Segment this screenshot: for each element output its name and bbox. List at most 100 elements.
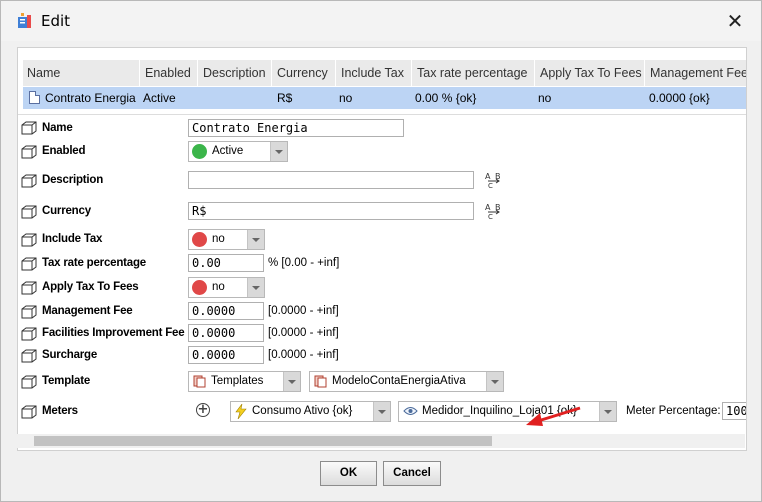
- col-management-fee[interactable]: Management Fee: [650, 60, 746, 86]
- include-tax-label: Include Tax: [42, 233, 103, 245]
- currency-field[interactable]: R$: [188, 202, 474, 220]
- meter-percentage-field[interactable]: 100: [722, 402, 746, 420]
- abc-format-icon[interactable]: A BC: [485, 171, 503, 189]
- template-doc-icon: [193, 375, 206, 388]
- enabled-value: Active: [212, 145, 244, 157]
- facilities-fee-label: Facilities Improvement Fee: [42, 327, 185, 339]
- status-green-icon: [192, 144, 207, 159]
- facilities-fee-field[interactable]: 0.0000: [188, 324, 264, 342]
- property-cube-icon: [21, 205, 37, 219]
- meter-select[interactable]: Medidor_Inquilino_Loja01 {ok}: [398, 401, 617, 422]
- chevron-down-icon: [270, 142, 287, 161]
- cell-include-tax: no: [339, 91, 353, 105]
- ok-button[interactable]: OK: [320, 461, 377, 486]
- title-bar: Edit ✕: [1, 1, 761, 41]
- col-tax-rate[interactable]: Tax rate percentage: [417, 60, 528, 86]
- enabled-select[interactable]: Active: [188, 141, 288, 162]
- description-label: Description: [42, 174, 104, 186]
- apply-tax-value: no: [212, 281, 225, 293]
- cancel-button[interactable]: Cancel: [383, 461, 441, 486]
- meter-percentage-label: Meter Percentage:: [626, 405, 721, 417]
- status-red-icon: [192, 280, 207, 295]
- consumption-value: Consumo Ativo {ok}: [252, 405, 353, 417]
- property-cube-icon: [21, 121, 37, 135]
- table-header: Name Enabled Description Currency Includ…: [23, 60, 746, 86]
- cell-enabled: Active: [143, 91, 176, 105]
- property-cube-icon: [21, 233, 37, 247]
- template-select[interactable]: ModeloContaEnergiaAtiva: [309, 371, 504, 392]
- chevron-down-icon: [247, 230, 264, 249]
- surcharge-label: Surcharge: [42, 349, 98, 361]
- property-cube-icon: [21, 305, 37, 319]
- include-tax-value: no: [212, 233, 225, 245]
- col-name[interactable]: Name: [27, 60, 60, 86]
- management-fee-field[interactable]: 0.0000: [188, 302, 264, 320]
- tax-rate-range: % [0.00 - +inf]: [268, 257, 340, 269]
- property-sheet: Name Enabled Description Currency Includ…: [17, 47, 747, 451]
- property-cube-icon: [21, 349, 37, 363]
- meters-label: Meters: [42, 405, 78, 417]
- enabled-label: Enabled: [42, 145, 86, 157]
- dialog-title: Edit: [41, 12, 71, 30]
- edit-dialog: Edit ✕ Name Enabled Description Currency…: [0, 0, 762, 502]
- scrollbar-thumb[interactable]: [34, 436, 492, 446]
- add-meter-button[interactable]: +: [196, 403, 210, 417]
- template-value: ModeloContaEnergiaAtiva: [332, 375, 466, 387]
- divider: [18, 114, 746, 115]
- cell-tax-rate: 0.00 % {ok}: [415, 91, 477, 105]
- edit-app-icon: [18, 13, 31, 28]
- property-cube-icon: [21, 145, 37, 159]
- chevron-down-icon: [599, 402, 616, 421]
- svg-text:C: C: [488, 213, 493, 220]
- status-red-icon: [192, 232, 207, 247]
- property-cube-icon: [21, 327, 37, 341]
- tax-rate-label: Tax rate percentage: [42, 257, 147, 269]
- name-field[interactable]: Contrato Energia: [188, 119, 404, 137]
- svg-text:A: A: [485, 203, 491, 212]
- property-cube-icon: [21, 281, 37, 295]
- chevron-down-icon: [486, 372, 503, 391]
- close-button[interactable]: ✕: [723, 9, 747, 33]
- chevron-down-icon: [373, 402, 390, 421]
- consumption-select[interactable]: Consumo Ativo {ok}: [230, 401, 391, 422]
- cell-currency: R$: [277, 91, 293, 105]
- col-enabled[interactable]: Enabled: [145, 60, 191, 86]
- col-include-tax[interactable]: Include Tax: [341, 60, 404, 86]
- col-apply-tax[interactable]: Apply Tax To Fees: [540, 60, 642, 86]
- property-cube-icon: [21, 375, 37, 389]
- abc-format-icon[interactable]: A BC: [485, 202, 503, 220]
- property-cube-icon: [21, 174, 37, 188]
- property-cube-icon: [21, 405, 37, 419]
- col-description[interactable]: Description: [203, 60, 266, 86]
- apply-tax-label: Apply Tax To Fees: [42, 281, 139, 293]
- management-fee-label: Management Fee: [42, 305, 133, 317]
- cell-apply-tax: no: [538, 91, 552, 105]
- chevron-down-icon: [283, 372, 300, 391]
- include-tax-select[interactable]: no: [188, 229, 265, 250]
- description-field[interactable]: [188, 171, 474, 189]
- template-label: Template: [42, 375, 91, 387]
- tax-rate-field[interactable]: 0.00: [188, 254, 264, 272]
- eye-icon: [403, 407, 418, 415]
- surcharge-range: [0.0000 - +inf]: [268, 349, 339, 361]
- red-arrow-icon: [526, 406, 581, 426]
- property-cube-icon: [21, 257, 37, 271]
- svg-text:C: C: [488, 182, 493, 189]
- facilities-fee-range: [0.0000 - +inf]: [268, 327, 339, 339]
- cell-name: Contrato Energia: [45, 91, 136, 105]
- surcharge-field[interactable]: 0.0000: [188, 346, 264, 364]
- management-fee-range: [0.0000 - +inf]: [268, 305, 339, 317]
- table-row[interactable]: Contrato Energia Active R$ no 0.00 % {ok…: [23, 87, 746, 109]
- template-source-select[interactable]: Templates: [188, 371, 301, 392]
- chevron-down-icon: [247, 278, 264, 297]
- name-label: Name: [42, 122, 73, 134]
- svg-text:A: A: [485, 172, 491, 181]
- currency-label: Currency: [42, 205, 91, 217]
- apply-tax-select[interactable]: no: [188, 277, 265, 298]
- cell-management-fee: 0.0000 {ok}: [649, 91, 710, 105]
- document-icon: [29, 91, 40, 104]
- lightning-icon: [235, 404, 247, 419]
- col-currency[interactable]: Currency: [277, 60, 328, 86]
- horizontal-scrollbar[interactable]: [17, 434, 745, 448]
- template-doc-icon: [314, 375, 327, 388]
